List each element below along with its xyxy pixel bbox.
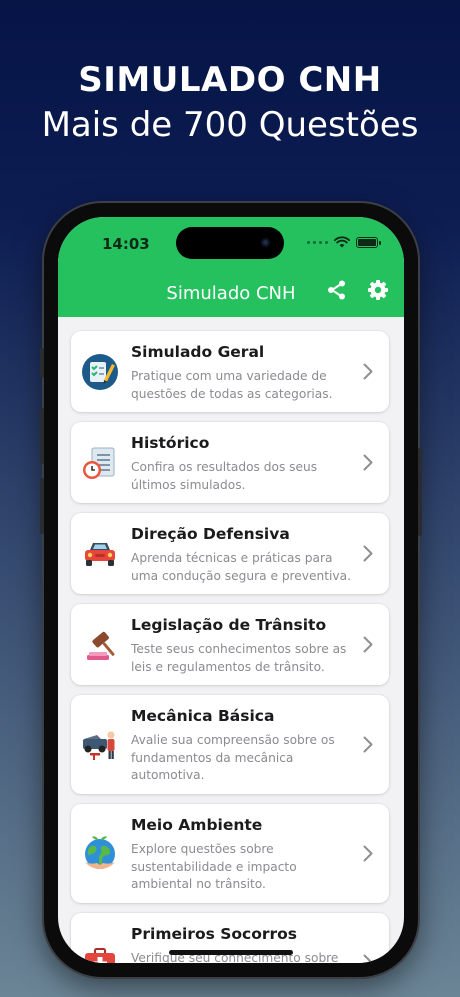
chevron-right-icon [363, 845, 373, 862]
chevron-right-icon [363, 636, 373, 653]
category-card-legislacao-de-transito[interactable]: Legislação de Trânsito Teste seus conhec… [71, 604, 389, 685]
category-title: Simulado Geral [131, 343, 265, 361]
category-card-mecanica-basica[interactable]: Mecânica Básica Avalie sua compreensão s… [71, 695, 389, 794]
category-title: Direção Defensiva [131, 525, 290, 543]
camera-icon [261, 238, 270, 247]
share-icon[interactable] [326, 279, 348, 305]
battery-icon [356, 236, 381, 248]
category-description: Teste seus conhecimentos sobre as leis e… [131, 642, 347, 674]
promo-headline: SIMULADO CNH Mais de 700 Questões [0, 58, 460, 148]
nav-title: Simulado CNH [166, 283, 296, 304]
category-title: Histórico [131, 434, 210, 452]
home-indicator[interactable] [169, 950, 293, 955]
chevron-right-icon [363, 736, 373, 753]
chevron-right-icon [363, 363, 373, 380]
category-description: Pratique com uma variedade de questões d… [131, 369, 333, 401]
wifi-icon [334, 236, 350, 248]
category-title: Mecânica Básica [131, 707, 275, 725]
app-header: 14:03 Simulado CNH [58, 217, 404, 317]
category-card-historico[interactable]: Histórico Confira os resultados dos seus… [71, 422, 389, 503]
category-description: Aprenda técnicas e práticas para uma con… [131, 551, 351, 583]
phone-volume-up [40, 408, 44, 464]
category-title: Meio Ambiente [131, 816, 263, 834]
car-icon [81, 535, 119, 577]
category-card-meio-ambiente[interactable]: Meio Ambiente Explore questões sobre sus… [71, 804, 389, 903]
chevron-right-icon [363, 545, 373, 562]
category-card-simulado-geral[interactable]: Simulado Geral Pratique com uma variedad… [71, 331, 389, 412]
category-card-direcao-defensiva[interactable]: Direção Defensiva Aprenda técnicas e prá… [71, 513, 389, 594]
status-time: 14:03 [102, 235, 150, 253]
phone-frame: 14:03 Simulado CNH Simulado Geral Pratiq… [40, 203, 422, 977]
chevron-right-icon [363, 954, 373, 963]
phone-power-button [418, 448, 422, 536]
history-icon [81, 444, 119, 486]
phone-silent-switch [40, 348, 44, 378]
promo-title: SIMULADO CNH [78, 60, 382, 100]
status-icons [307, 236, 381, 248]
category-description: Confira os resultados dos seus últimos s… [131, 460, 318, 492]
mechanic-icon [81, 725, 119, 767]
category-description: Avalie sua compreensão sobre os fundamen… [131, 733, 335, 782]
dynamic-island [176, 227, 284, 259]
first-aid-icon [81, 943, 119, 963]
cellular-signal-icon [307, 240, 328, 244]
chevron-right-icon [363, 454, 373, 471]
promo-subtitle: Mais de 700 Questões [41, 105, 419, 145]
checklist-icon [81, 353, 119, 395]
category-title: Legislação de Trânsito [131, 616, 327, 634]
gavel-icon [81, 626, 119, 668]
gear-icon[interactable] [367, 279, 389, 305]
phone-volume-down [40, 478, 44, 534]
category-card-primeiros-socorros[interactable]: Primeiros Socorros Verifique seu conheci… [71, 913, 389, 963]
globe-icon [81, 834, 119, 876]
category-title: Primeiros Socorros [131, 925, 298, 943]
category-description: Explore questões sobre sustentabilidade … [131, 842, 297, 891]
app-screen: 14:03 Simulado CNH Simulado Geral Pratiq… [58, 217, 404, 963]
